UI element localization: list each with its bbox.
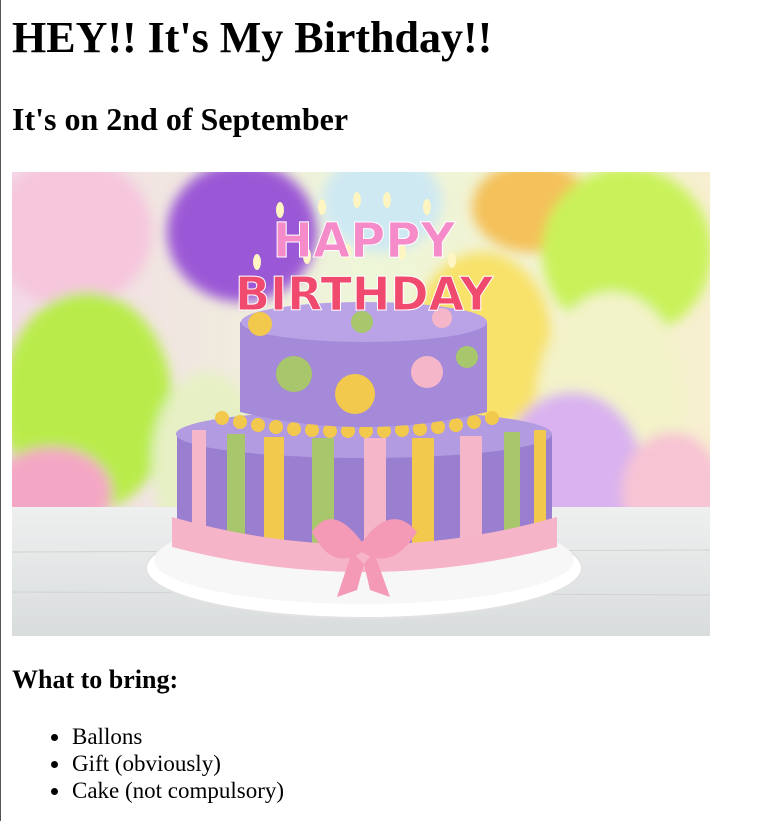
bring-list: Ballons Gift (obviously) Cake (not compu… — [51, 723, 284, 804]
birthday-cake-image: HAPPY BIRTHDAY — [12, 172, 710, 636]
bring-section-title: What to bring: — [12, 665, 179, 694]
list-item: Ballons — [51, 723, 284, 750]
page-subtitle: It's on 2nd of September — [12, 101, 349, 137]
cake-topper-happy: HAPPY — [273, 213, 457, 269]
cake-topper-birthday: BIRTHDAY — [235, 267, 494, 321]
list-item: Gift (obviously) — [51, 750, 284, 777]
cake-illustration: HAPPY BIRTHDAY — [12, 172, 710, 636]
list-item: Cake (not compulsory) — [51, 777, 284, 804]
page-title: HEY!! It's My Birthday!! — [12, 13, 493, 62]
page-left-border — [0, 0, 1, 821]
